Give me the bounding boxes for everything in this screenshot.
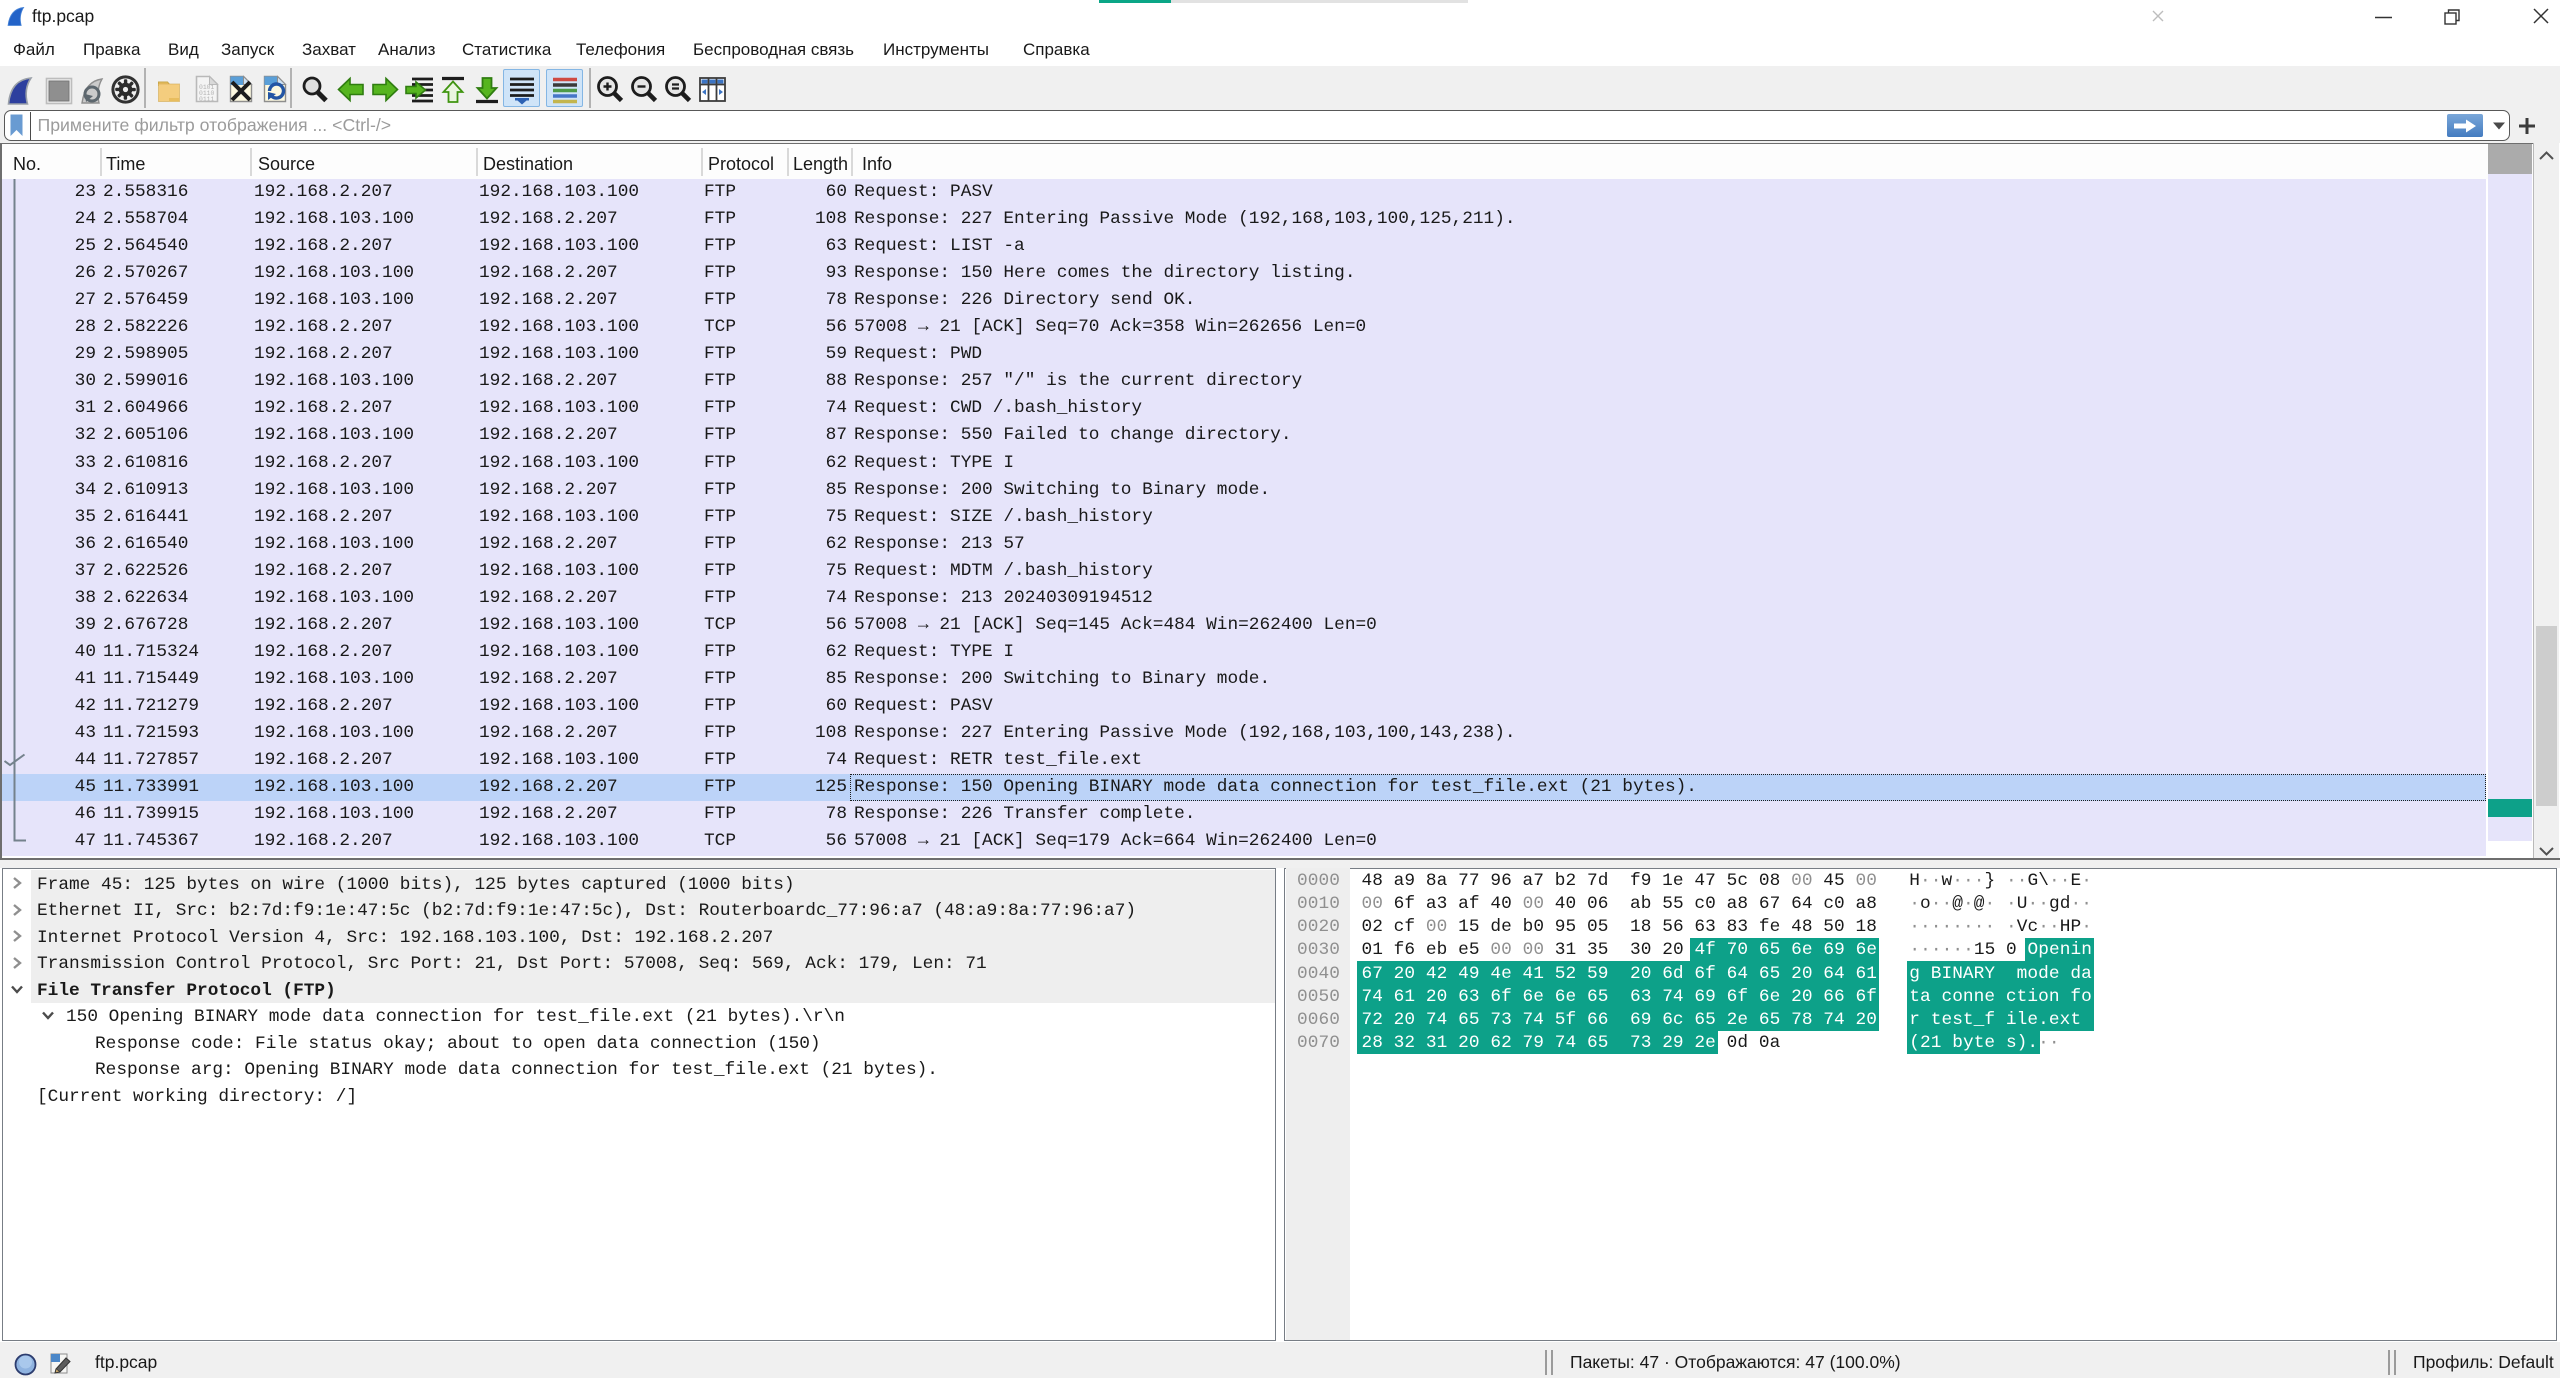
svg-text:0111: 0111 bbox=[199, 96, 215, 103]
